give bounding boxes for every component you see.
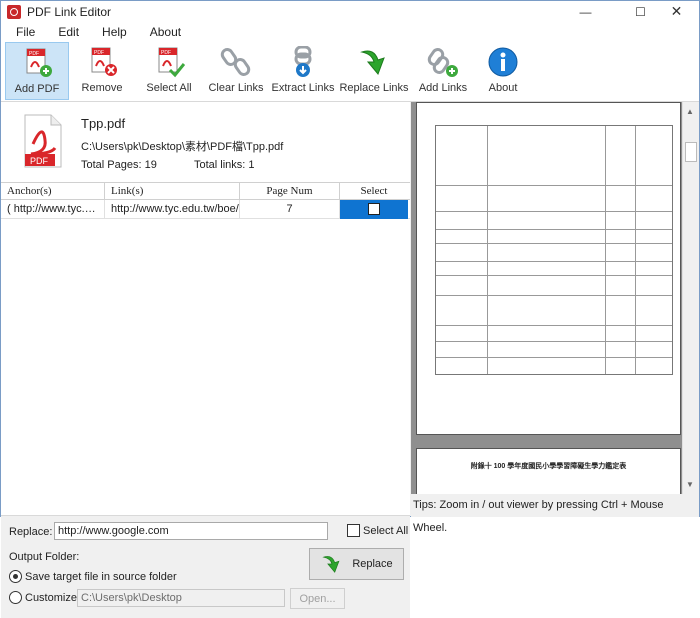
add-links-button[interactable]: Add Links [411,42,475,100]
customize-radio[interactable] [9,591,22,604]
select-all-icon: PDF [158,47,185,78]
about-button[interactable]: About [475,42,531,100]
app-logo-icon [7,4,21,19]
menu-bar: File Edit Help About [1,22,699,42]
about-label: About [488,82,518,94]
add-chain-icon [427,48,458,77]
minimize-button[interactable]: — [563,1,608,22]
toolbar: PDF Add PDF PDF Remove PDF Select All Cl… [1,42,699,102]
window-title: PDF Link Editor [27,4,112,19]
svg-text:PDF: PDF [94,50,104,56]
add-pdf-label: Add PDF [14,83,60,95]
col-select[interactable]: Select [340,183,408,200]
extract-links-button[interactable]: Extract Links [269,42,337,100]
green-arrow-icon [322,556,340,573]
app-window: PDF Link Editor — ☐ ✕ File Edit Help Abo… [0,0,700,618]
svg-text:PDF: PDF [29,51,39,57]
svg-text:PDF: PDF [30,156,49,166]
add-pdf-icon: PDF [26,48,52,77]
row-link: http://www.tyc.edu.tw/boe/main.… [105,199,240,219]
col-anchor[interactable]: Anchor(s) [1,182,105,200]
svg-text:PDF: PDF [161,50,171,56]
add-pdf-button[interactable]: PDF Add PDF [5,42,69,100]
broken-chain-icon [220,48,251,76]
open-button[interactable]: Open... [290,588,345,609]
select-all-checkbox[interactable] [347,524,360,537]
replace-label: Replace: [9,526,53,538]
replace-button-label: Replace [352,558,393,570]
row-page-num: 7 [240,199,340,219]
replace-links-button[interactable]: Replace Links [337,42,411,100]
pdf-page-2: 附錄十 100 學年度國民小學學習障礙生學力鑑定表 [416,448,681,494]
total-pages: Total Pages: 19 [81,159,157,171]
save-source-radio[interactable] [9,570,22,583]
row-anchor: ( http://www.tyc.… [1,199,105,219]
extract-links-label: Extract Links [271,82,335,94]
scroll-up-icon[interactable]: ▲ [686,107,694,116]
menu-edit[interactable]: Edit [44,25,88,39]
replace-links-label: Replace Links [339,82,409,94]
clear-links-button[interactable]: Clear Links [203,42,269,100]
table-header: Anchor(s) Link(s) Page Num Select [1,182,410,200]
bottom-panel: Replace: http://www.google.com Select Al… [1,515,410,618]
row-select-cell [340,199,408,219]
pdf-file-icon: PDF [24,114,62,168]
replace-button[interactable]: Replace [309,548,404,580]
pdf-viewer[interactable]: 附錄十 100 學年度國民小學學習障礙生學力鑑定表 [411,102,682,494]
select-all-button[interactable]: PDF Select All [135,42,203,100]
file-name: Tpp.pdf [81,116,126,131]
clear-links-label: Clear Links [208,82,264,94]
viewer-scrollbar[interactable]: ▲ ▼ [682,102,699,494]
replace-url-input[interactable]: http://www.google.com [54,522,328,540]
title-bar: PDF Link Editor — ☐ ✕ [1,1,699,22]
row-select-checkbox[interactable] [368,202,380,215]
select-all-checkbox-label: Select All [363,525,409,537]
extract-chain-icon [294,46,312,77]
page2-heading: 附錄十 100 學年度國民小學學習障礙生學力鑑定表 [470,463,627,470]
remove-pdf-icon: PDF [91,47,117,76]
select-all-label: Select All [146,82,192,94]
total-links: Total links: 1 [194,159,255,171]
customize-label: Customize: [25,592,81,604]
page-table-content [435,125,673,375]
scroll-thumb[interactable] [685,142,697,162]
links-table: Anchor(s) Link(s) Page Num Select ( http… [1,182,410,219]
save-source-label: Save target file in source folder [25,571,177,583]
remove-button[interactable]: PDF Remove [69,42,135,100]
menu-file[interactable]: File [1,25,44,39]
scroll-down-icon[interactable]: ▼ [686,480,694,489]
tips-bar: Tips: Zoom in / out viewer by pressing C… [411,494,699,534]
green-arrow-icon [360,50,385,75]
table-row[interactable]: ( http://www.tyc.… http://www.tyc.edu.tw… [1,199,410,219]
file-panel: PDF Tpp.pdf C:\Users\pk\Desktop\素材\PDF檔\… [1,102,410,618]
pdf-page [416,102,681,435]
menu-about[interactable]: About [136,25,190,39]
info-icon [488,47,518,77]
remove-label: Remove [81,82,123,94]
col-page-num[interactable]: Page Num [240,182,340,200]
custom-path-input[interactable]: C:\Users\pk\Desktop [77,589,285,607]
close-button[interactable]: ✕ [654,1,699,22]
col-link[interactable]: Link(s) [105,182,240,200]
add-links-label: Add Links [418,82,468,94]
output-folder-label: Output Folder: [9,551,80,563]
file-path: C:\Users\pk\Desktop\素材\PDF檔\Tpp.pdf [81,141,284,153]
menu-help[interactable]: Help [88,25,136,39]
file-info: PDF Tpp.pdf C:\Users\pk\Desktop\素材\PDF檔\… [1,102,410,180]
